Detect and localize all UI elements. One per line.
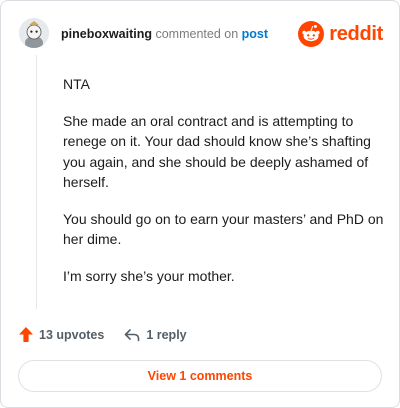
post-link[interactable]: post: [242, 27, 268, 41]
action-text: commented on: [155, 27, 239, 41]
upvote-button[interactable]: 13 upvotes: [19, 327, 104, 342]
comment-paragraph: You should go on to earn your masters’ a…: [63, 210, 384, 248]
comment-paragraph: I’m sorry she’s your mother.: [63, 267, 235, 284]
brand-wordmark: reddit: [329, 22, 383, 45]
comment-header: pineboxwaiting commented on post: [61, 27, 268, 41]
reply-count: 1 reply: [146, 327, 187, 342]
comment-paragraph: NTA: [63, 76, 90, 92]
reddit-logo[interactable]: reddit: [298, 21, 383, 47]
username[interactable]: pineboxwaiting: [61, 27, 152, 41]
reply-button[interactable]: 1 reply: [124, 327, 187, 342]
comment-body: NTA She made an oral contract and is att…: [63, 74, 385, 302]
thread-line[interactable]: [36, 55, 37, 309]
reddit-snoo-icon: [298, 21, 325, 47]
avatar[interactable]: [19, 18, 49, 48]
view-comments-button[interactable]: View 1 comments: [18, 360, 382, 392]
comment-card: pineboxwaiting commented on post reddit …: [0, 0, 400, 408]
comment-paragraph: She made an oral contract and is attempt…: [63, 112, 371, 191]
reply-arrow-icon: [125, 328, 140, 341]
comment-footer: 13 upvotes 1 reply: [19, 327, 187, 342]
upvote-count: 13 upvotes: [39, 327, 105, 342]
arrow-up-icon: [19, 327, 33, 342]
avatar-image: [19, 18, 49, 48]
